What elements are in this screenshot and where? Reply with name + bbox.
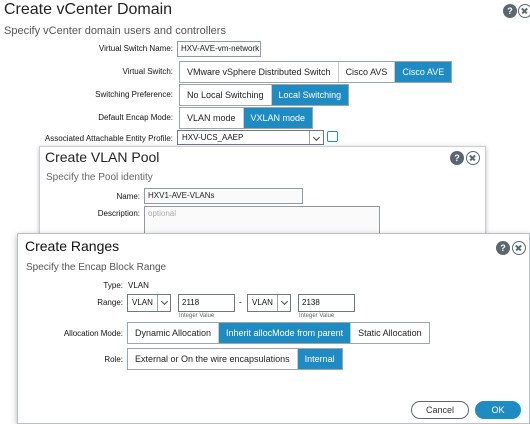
ranges-title: Create Ranges [25,238,120,254]
pool-name-label: Name: [116,192,140,201]
edit-icon[interactable] [327,131,338,142]
range-from-input[interactable]: 2118 [178,294,235,312]
vswitch-selector: VMware vSphere Distributed Switch Cisco … [179,61,453,83]
vswitch-option-cisco-avs[interactable]: Cisco AVS [339,62,396,82]
role-label: Role: [104,355,123,364]
aaep-select-value: HXV-UCS_AAEP [182,133,244,142]
aaep-select[interactable]: HXV-UCS_AAEP [177,130,324,145]
switching-option-local[interactable]: Local Switching [271,85,349,105]
alloc-option-dynamic[interactable]: Dynamic Allocation [128,323,220,343]
vcenter-dialog-title: Create vCenter Domain [4,1,173,18]
range-from-type-select[interactable]: VLAN [127,294,171,312]
aaep-label: Associated Attachable Entity Profile: [44,134,173,143]
chevron-down-icon [276,295,290,311]
vswitch-option-cisco-ave[interactable]: Cisco AVE [395,62,452,82]
range-label: Range: [97,298,123,307]
range-to-input[interactable]: 2138 [298,294,355,312]
vswitch-label: Virtual Switch: [122,67,173,76]
switching-pref-label: Switching Preference: [95,90,173,99]
vlan-pool-close-icon[interactable] [466,151,480,165]
alloc-mode-selector: Dynamic Allocation Inherit allocMode fro… [127,322,430,344]
pool-name-input[interactable]: HXV1-AVE-VLANs [144,188,303,204]
ranges-subtitle: Specify the Encap Block Range [26,262,167,273]
cancel-button[interactable]: Cancel [411,401,469,419]
chevron-down-icon [156,295,170,311]
vcenter-dialog-subtitle: Specify vCenter domain users and control… [4,25,226,37]
range-type-label: Type: [103,281,123,290]
vcenter-help-icon[interactable]: ? [503,4,517,18]
vlan-pool-title: Create VLAN Pool [45,149,160,165]
role-option-external[interactable]: External or On the wire encapsulations [128,349,298,369]
vlan-pool-help-icon[interactable]: ? [450,151,464,165]
range-to-hint: Integer Value [299,313,335,319]
vlan-pool-subtitle: Specify the Pool identity [46,172,153,183]
range-dash: - [239,297,242,307]
pool-desc-label: Description: [97,209,140,218]
ok-button[interactable]: OK [475,401,521,419]
alloc-option-inherit[interactable]: Inherit allocMode from parent [219,323,352,343]
role-option-internal[interactable]: Internal [297,349,342,369]
chevron-down-icon [309,131,323,144]
range-from-type-value: VLAN [132,298,153,307]
vswitch-name-input[interactable]: HXV-AVE-vm-network [177,41,261,57]
vswitch-name-label: Virtual Switch Name: [98,44,173,53]
range-type-value: VLAN [128,281,149,290]
vcenter-close-icon[interactable] [518,4,530,18]
ranges-close-icon[interactable] [512,241,526,255]
switching-pref-selector: No Local Switching Local Switching [179,84,350,106]
range-to-type-select[interactable]: VLAN [247,294,291,312]
create-ranges-dialog: Create Ranges ? Specify the Encap Block … [17,233,530,424]
ranges-help-icon[interactable]: ? [496,241,510,255]
alloc-option-static[interactable]: Static Allocation [351,323,429,343]
switching-option-none[interactable]: No Local Switching [180,85,272,105]
encap-mode-selector: VLAN mode VXLAN mode [179,107,314,129]
encap-option-vxlan[interactable]: VXLAN mode [243,108,313,128]
range-from-hint: Integer Value [179,313,215,319]
encap-option-vlan[interactable]: VLAN mode [180,108,244,128]
range-to-type-value: VLAN [252,298,273,307]
vswitch-option-vmware[interactable]: VMware vSphere Distributed Switch [180,62,339,82]
encap-mode-label: Default Encap Mode: [98,113,173,122]
pool-desc-placeholder: optional [148,209,177,218]
role-selector: External or On the wire encapsulations I… [127,348,343,370]
alloc-mode-label: Allocation Mode: [63,329,123,338]
vlan-pool-dialog: Create VLAN Pool ? Specify the Pool iden… [39,146,486,246]
